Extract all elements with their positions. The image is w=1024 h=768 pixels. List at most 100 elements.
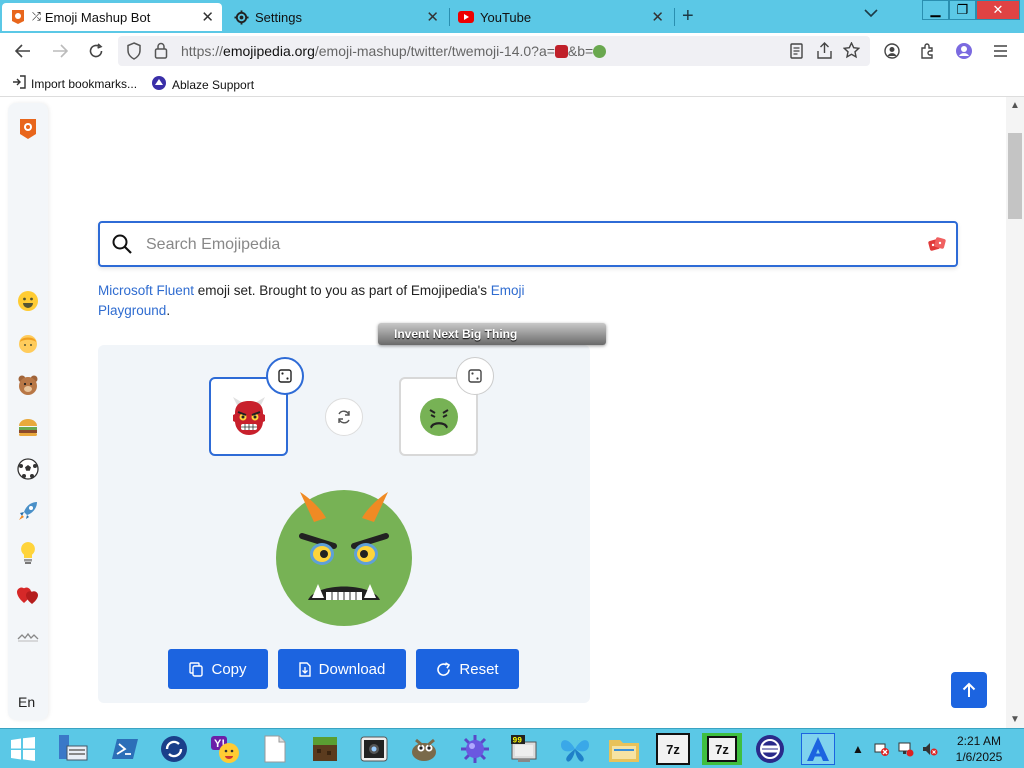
download-button[interactable]: Download xyxy=(278,649,406,689)
minimize-button[interactable]: ▁ xyxy=(922,0,949,20)
oni-emoji-icon xyxy=(554,45,568,58)
microsoft-fluent-link[interactable]: Microsoft Fluent xyxy=(98,283,194,298)
tab-emoji-mashup[interactable]: ⤮ Emoji Mashup Bot ✕ xyxy=(2,3,222,31)
computer-app-icon[interactable] xyxy=(56,733,90,765)
close-window-button[interactable]: ✕ xyxy=(976,0,1020,20)
bookmarks-toolbar: Import bookmarks... Ablaze Support xyxy=(0,69,1024,97)
virus-spiky-ball-icon[interactable] xyxy=(458,733,492,765)
butterfly-app-icon[interactable] xyxy=(558,733,592,765)
powershell-icon[interactable] xyxy=(108,733,142,765)
youtube-icon xyxy=(458,9,474,25)
close-tab-icon[interactable]: ✕ xyxy=(651,8,664,26)
forward-arrow-icon[interactable] xyxy=(50,41,70,61)
intro-paragraph: Microsoft Fluent emoji set. Brought to y… xyxy=(98,281,568,321)
bookmark-ablaze-support[interactable]: Ablaze Support xyxy=(151,75,254,94)
nauseated-emoji-icon xyxy=(593,45,607,58)
scroll-to-top-button[interactable] xyxy=(951,672,987,708)
arrow-up-icon xyxy=(962,682,976,697)
swap-emojis-button[interactable] xyxy=(325,398,363,436)
intro-text: emoji set. Brought to you as part of Emo… xyxy=(194,283,491,298)
show-hidden-icons-icon[interactable]: ▲ xyxy=(852,742,864,756)
bookmark-import[interactable]: Import bookmarks... xyxy=(12,75,137,92)
close-tab-icon[interactable]: ✕ xyxy=(426,8,439,26)
import-icon xyxy=(12,75,26,92)
random-dice-icon[interactable] xyxy=(928,236,946,257)
page-scrollbar[interactable]: ▲ ▼ xyxy=(1006,97,1024,728)
copy-button[interactable]: Copy xyxy=(168,649,268,689)
terminal-99-icon[interactable]: 99 xyxy=(507,733,541,765)
close-tab-icon[interactable]: ✕ xyxy=(201,8,214,26)
volume-muted-icon[interactable] xyxy=(922,741,938,760)
windows-taskbar: Y! 99 7z 7z ▲ 2:21 AM 1/6/2025 xyxy=(0,728,1024,768)
ablaze-browser-icon[interactable] xyxy=(753,733,787,765)
smileys-category-icon[interactable] xyxy=(14,287,42,315)
scroll-down-arrow-icon[interactable]: ▼ xyxy=(1010,714,1020,725)
people-category-icon[interactable] xyxy=(14,329,42,357)
web-page: En Microsoft Fluent emoji set. Brought t… xyxy=(0,97,1006,728)
profile-icon[interactable] xyxy=(954,41,974,61)
menu-hamburger-icon[interactable] xyxy=(990,41,1010,61)
svg-text:99: 99 xyxy=(513,737,523,746)
language-selector[interactable]: En xyxy=(18,694,35,710)
emojipedia-icon xyxy=(10,9,26,25)
sevenzip-active-app-button[interactable]: 7z xyxy=(702,733,742,765)
reset-arrow-icon xyxy=(437,661,451,676)
shuffle-icon: ⤮ xyxy=(32,10,41,23)
search-icon xyxy=(112,234,132,259)
emoji-link[interactable]: Emoji xyxy=(491,283,525,298)
animals-category-icon[interactable] xyxy=(14,371,42,399)
new-tab-plus-icon[interactable]: + xyxy=(682,5,694,28)
invent-next-big-thing-overlay[interactable]: Invent Next Big Thing xyxy=(378,323,606,345)
bookmark-label: Ablaze Support xyxy=(172,77,255,92)
gimp-icon[interactable] xyxy=(408,733,442,765)
back-arrow-icon[interactable] xyxy=(13,41,33,61)
playground-link[interactable]: Playground xyxy=(98,303,166,318)
search-input[interactable] xyxy=(146,234,906,256)
restore-button[interactable]: ❐ xyxy=(949,0,976,20)
food-category-icon[interactable] xyxy=(14,413,42,441)
sync-app-icon[interactable] xyxy=(157,733,191,765)
dice-icon xyxy=(468,369,482,383)
file-explorer-folder-icon[interactable] xyxy=(607,733,641,765)
flags-wave-icon[interactable] xyxy=(14,623,42,651)
randomize-a-dice-button[interactable] xyxy=(266,357,304,395)
tab-settings[interactable]: Settings ✕ xyxy=(225,3,447,31)
category-sidebar: En xyxy=(8,103,48,720)
system-clock[interactable]: 2:21 AM 1/6/2025 xyxy=(944,733,1014,765)
arc-browser-icon[interactable] xyxy=(801,733,835,765)
scroll-up-arrow-icon[interactable]: ▲ xyxy=(1010,100,1020,111)
url-path: /emoji-mashup/twitter/twemoji-14.0?a= xyxy=(314,43,555,59)
blank-document-icon[interactable] xyxy=(258,733,292,765)
bookmark-star-icon[interactable] xyxy=(842,41,861,64)
yahoo-messenger-icon[interactable]: Y! xyxy=(208,733,242,765)
symbols-heart-icon[interactable] xyxy=(14,581,42,609)
activities-soccer-icon[interactable] xyxy=(14,455,42,483)
emojipedia-logo-icon[interactable] xyxy=(14,115,42,143)
display-network-icon[interactable] xyxy=(898,741,914,760)
list-tabs-chevron-icon[interactable] xyxy=(864,6,878,21)
url-text: https://emojipedia.org/emoji-mashup/twit… xyxy=(181,43,607,59)
sevenzip-app-icon[interactable]: 7z xyxy=(656,733,690,765)
account-icon[interactable] xyxy=(882,41,902,61)
network-error-icon[interactable] xyxy=(874,741,890,760)
sevenzip-app-icon: 7z xyxy=(707,736,737,762)
start-windows-icon[interactable] xyxy=(6,733,40,765)
camera-app-icon[interactable] xyxy=(357,733,391,765)
gear-icon xyxy=(233,9,249,25)
search-box[interactable] xyxy=(98,221,958,267)
travel-rocket-icon[interactable] xyxy=(14,497,42,525)
reader-view-icon[interactable] xyxy=(790,43,803,64)
extensions-puzzle-icon[interactable] xyxy=(918,41,938,61)
tab-youtube[interactable]: YouTube ✕ xyxy=(450,3,672,31)
scrollbar-thumb[interactable] xyxy=(1008,133,1022,219)
share-icon[interactable] xyxy=(817,42,832,64)
reset-button[interactable]: Reset xyxy=(416,649,519,689)
randomize-b-dice-button[interactable] xyxy=(456,357,494,395)
clock-date: 1/6/2025 xyxy=(955,750,1003,764)
minecraft-icon[interactable] xyxy=(308,733,342,765)
objects-lightbulb-icon[interactable] xyxy=(14,539,42,567)
shield-icon[interactable] xyxy=(126,42,142,65)
lock-icon[interactable] xyxy=(154,42,168,64)
url-bar[interactable]: https://emojipedia.org/emoji-mashup/twit… xyxy=(118,36,870,66)
reload-icon[interactable] xyxy=(86,41,106,61)
